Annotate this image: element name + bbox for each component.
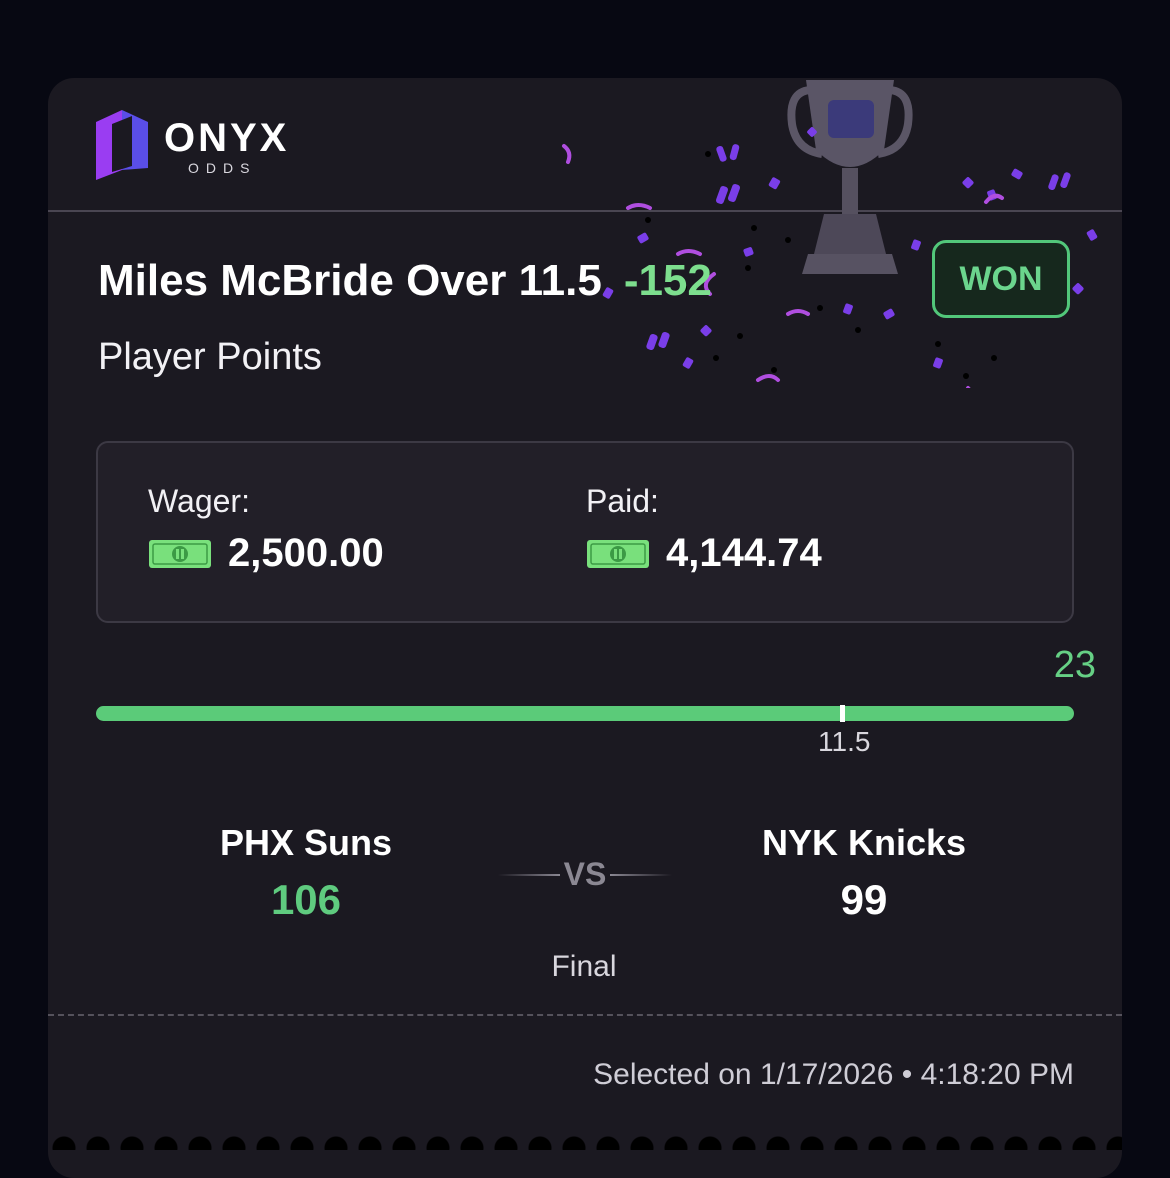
wager-label: Wager: [148,483,250,519]
home-team-name: PHX Suns [219,822,393,863]
bet-market: Player Points [98,336,322,378]
wager-amount: 2,500.00 [228,531,384,575]
away-team-name: NYK Knicks [761,822,967,863]
bet-selection: Miles McBride Over 11.5 [98,256,602,305]
home-team-score: 106 [270,876,342,923]
bet-card: ONYX ODDS Miles McBride Over 11.5 -152 P… [48,78,1122,1178]
ticket-edge [48,1130,1122,1150]
trophy-confetti-illustration [562,80,1098,388]
trophy-icon [787,80,913,274]
bet-odds: -152 [623,256,712,305]
game-status: Final [551,950,617,983]
vs-label: VS [563,856,607,892]
brand-name: ONYX [164,116,290,160]
wager-amount-row: 2,500.00 [148,531,384,576]
selected-timestamp: Selected on 1/17/2026 • 4:18:20 PM [593,1058,1074,1091]
bet-title-row: Miles McBride Over 11.5 -152 [98,256,712,306]
paid-amount-row: 4,144.74 [586,531,822,576]
status-badge: WON [932,240,1070,318]
actual-stat-value: 23 [1053,644,1096,686]
onyx-logo-icon [96,110,148,180]
brand-subtitle: ODDS [188,160,257,176]
progress-bar [96,705,1074,722]
paid-label: Paid: [586,483,659,519]
line-marker [840,705,845,722]
line-value-label: 11.5 [818,726,871,757]
cash-bill-icon [149,539,211,568]
cash-bill-icon [587,539,649,568]
dashed-divider [48,1014,1122,1016]
versus-divider: VS [498,856,672,893]
away-team-score: 99 [840,876,888,923]
paid-amount: 4,144.74 [666,531,822,575]
wager-summary: Wager: 2,500.00 Paid: 4,144.74 [96,441,1074,623]
